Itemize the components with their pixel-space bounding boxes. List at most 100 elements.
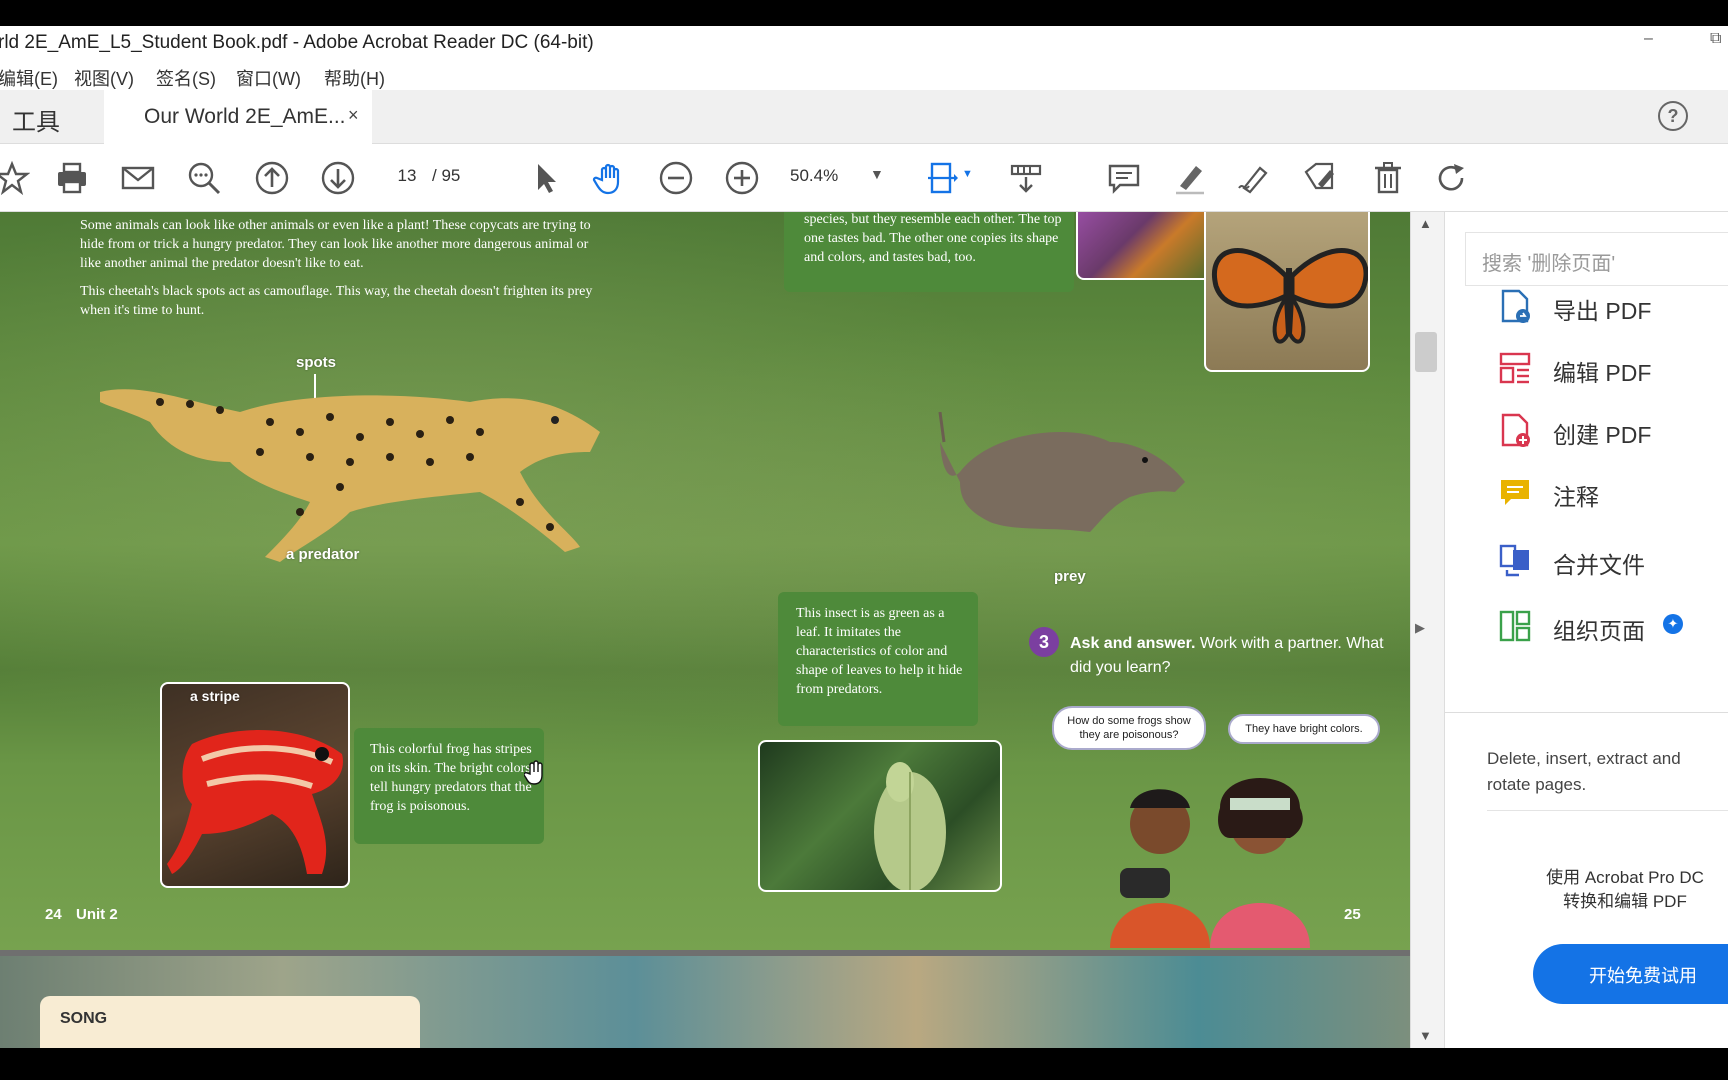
leaf-insect-photo [758, 740, 1002, 892]
zoom-in-icon[interactable] [722, 158, 762, 198]
email-icon[interactable] [118, 158, 158, 198]
activity-title: Ask and answer. [1070, 635, 1196, 652]
tool-edit-pdf-label: 编辑 PDF [1553, 360, 1652, 386]
bottom-black-bar [0, 1048, 1728, 1080]
leaf-insect-illustration [874, 762, 946, 890]
tool-combine-files[interactable]: 合并文件 [1497, 538, 1728, 582]
scroll-mode-icon[interactable] [1006, 158, 1046, 198]
label-prey: prey [1054, 568, 1086, 585]
tool-comment[interactable]: 注释 [1497, 470, 1728, 514]
frog-illustration [167, 730, 343, 874]
selected-tool-badge: ✦ [1663, 614, 1683, 634]
export-pdf-icon [1501, 289, 1530, 323]
delete-icon[interactable] [1368, 158, 1408, 198]
intro-paragraph-2: This cheetah's black spots act as camouf… [80, 284, 593, 318]
right-page-number: 25 [1344, 906, 1361, 923]
tab-tools[interactable]: 工具 [12, 102, 60, 137]
menu-window[interactable]: 窗口(W) [236, 65, 301, 91]
find-text-icon[interactable] [184, 158, 224, 198]
tool-organize-pages-label: 组织页面 [1553, 618, 1645, 644]
create-pdf-icon [1501, 413, 1530, 447]
fit-page-dropdown-icon[interactable]: ▼ [962, 168, 973, 180]
app-window: rld 2E_AmE_L5_Student Book.pdf - Adobe A… [0, 0, 1728, 1080]
activity-heading: Ask and answer. Work with a partner. Wha… [1070, 632, 1400, 680]
free-trial-button[interactable]: 开始免费试用 [1533, 944, 1728, 1004]
label-stripe: a stripe [190, 688, 240, 704]
menu-view[interactable]: 视图(V) [74, 65, 134, 91]
left-page-unit: Unit 2 [76, 906, 118, 923]
help-icon[interactable]: ? [1658, 101, 1688, 131]
scroll-up-icon[interactable]: ▲ [1419, 216, 1432, 231]
tool-edit-pdf[interactable]: 编辑 PDF [1497, 346, 1728, 390]
next-page-icon[interactable] [318, 158, 358, 198]
zoom-out-icon[interactable] [656, 158, 696, 198]
page-number-input[interactable]: 13 [386, 166, 428, 192]
pro-promo-line-1: 使用 Acrobat Pro DC [1546, 868, 1704, 887]
free-trial-button-label: 开始免费试用 [1589, 966, 1697, 986]
select-cursor-icon[interactable] [526, 158, 566, 198]
intro-paragraph-1: Some animals can look like other animals… [80, 218, 591, 271]
left-page-number: 24 [45, 906, 62, 923]
panel-divider-2 [1487, 810, 1728, 811]
frog-photo [160, 682, 350, 888]
panel-divider [1445, 712, 1728, 713]
title-bar: rld 2E_AmE_L5_Student Book.pdf - Adobe A… [0, 26, 1728, 62]
scroll-down-icon[interactable]: ▼ [1419, 1028, 1432, 1043]
page-total: / 95 [432, 166, 461, 185]
organize-pages-icon [1499, 610, 1531, 642]
tool-create-pdf[interactable]: 创建 PDF [1497, 408, 1728, 452]
insect-text: This insect is as green as a leaf. It im… [796, 606, 963, 697]
frog-text: This colorful frog has stripes on its sk… [370, 742, 532, 814]
menu-help[interactable]: 帮助(H) [324, 65, 385, 91]
comment-icon[interactable] [1104, 158, 1144, 198]
menu-bar: 编辑(E) 视图(V) 签名(S) 窗口(W) 帮助(H) [0, 62, 1728, 90]
butterfly-illustration [1212, 248, 1368, 344]
right-tools-panel: ▶ 搜索 '删除页面' 导出 PDF 编辑 PDF 创建 PDF 注释 合并文件… [1415, 212, 1728, 1048]
tool-combine-files-label: 合并文件 [1553, 552, 1645, 578]
fill-sign-icon[interactable] [1300, 158, 1340, 198]
draw-sign-icon[interactable] [1234, 158, 1274, 198]
pdf-page-spread: Some animals can look like other animals… [0, 212, 1410, 950]
activity-number-badge: 3 [1029, 627, 1059, 657]
edit-pdf-icon [1499, 352, 1531, 384]
rotate-icon[interactable] [1432, 158, 1472, 198]
hand-tool-icon[interactable] [590, 158, 630, 198]
scroll-thumb[interactable] [1415, 332, 1437, 372]
window-title: rld 2E_AmE_L5_Student Book.pdf - Adobe A… [0, 32, 594, 53]
tool-comment-label: 注释 [1553, 484, 1599, 510]
song-heading: SONG [60, 1010, 108, 1027]
tab-document[interactable]: Our World 2E_AmE... × [104, 90, 372, 144]
tool-organize-pages[interactable]: 组织页面 ✦ [1497, 604, 1728, 648]
zoom-dropdown-icon[interactable]: ▼ [870, 166, 884, 182]
restore-button[interactable]: ⧉ [1710, 30, 1721, 48]
next-pdf-page: SONG [0, 956, 1410, 1048]
hand-cursor-icon [524, 760, 543, 785]
document-view[interactable]: Some animals can look like other animals… [0, 212, 1410, 1048]
toolbar: 13 / 95 50.4% ▼ ▼ [0, 144, 1728, 212]
frog-text-box: This colorful frog has stripes on its sk… [354, 728, 544, 844]
butterfly-photo-bottom [1204, 212, 1370, 372]
bookmark-star-icon[interactable] [0, 158, 32, 198]
speech-bubble-answer: They have bright colors. [1228, 714, 1380, 744]
highlight-pen-icon[interactable] [1170, 158, 1210, 198]
print-icon[interactable] [52, 158, 92, 198]
children-illustration [1110, 778, 1310, 948]
menu-edit[interactable]: 编辑(E) [0, 65, 58, 91]
insect-text-box: This insect is as green as a leaf. It im… [778, 592, 978, 726]
tool-description: Delete, insert, extract and rotate pages… [1487, 749, 1681, 794]
cheetah-illustration [100, 389, 600, 562]
minimize-button[interactable]: – [1644, 30, 1653, 48]
tools-search-input[interactable]: 搜索 '删除页面' [1465, 232, 1728, 286]
fit-page-icon[interactable] [922, 158, 962, 198]
previous-page-icon[interactable] [252, 158, 292, 198]
tool-export-pdf[interactable]: 导出 PDF [1497, 284, 1728, 328]
collapse-panel-icon[interactable]: ▶ [1415, 620, 1425, 636]
tab-document-label: Our World 2E_AmE... [144, 105, 346, 128]
menu-sign[interactable]: 签名(S) [156, 65, 216, 91]
close-tab-icon[interactable]: × [348, 105, 359, 126]
butterfly-photo-top [1076, 212, 1216, 280]
tab-bar: 工具 Our World 2E_AmE... × ? [0, 90, 1728, 144]
tools-search-placeholder: 搜索 '删除页面' [1482, 253, 1616, 275]
pro-promo-line-2: 转换和编辑 PDF [1563, 892, 1687, 911]
zoom-level[interactable]: 50.4% [790, 166, 838, 186]
